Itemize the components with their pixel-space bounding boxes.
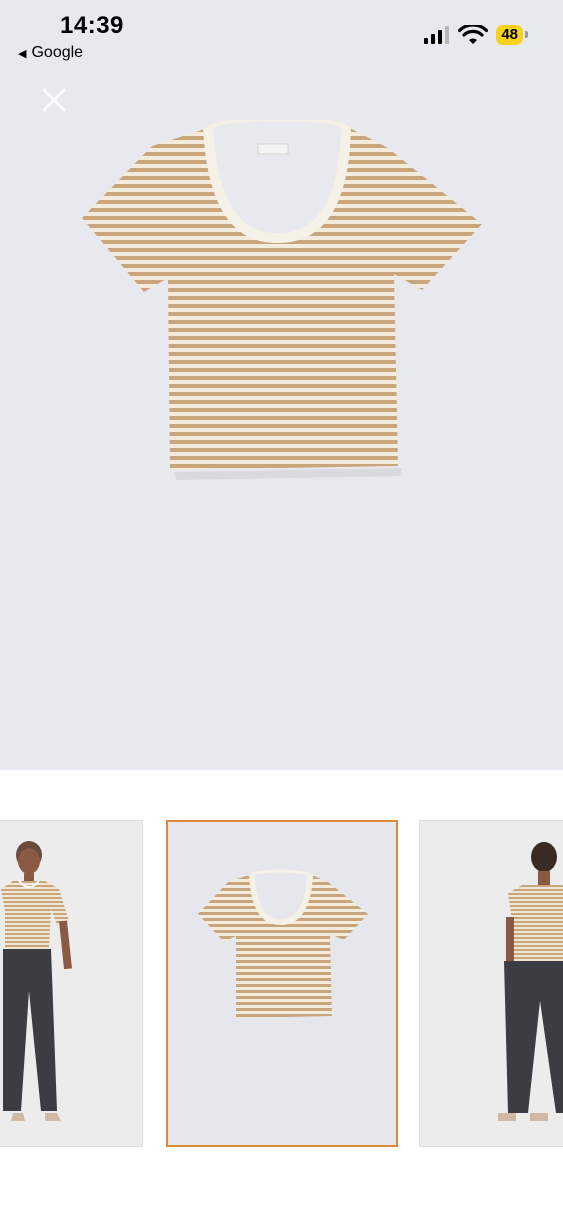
model-front-image <box>1 841 72 1121</box>
product-image-viewer[interactable]: 14:39 ◀ Google 48 <box>0 0 563 770</box>
battery-indicator: 48 <box>496 25 528 45</box>
wifi-icon <box>458 25 489 44</box>
thumbnail-shirt-flat-selected[interactable] <box>166 820 398 1147</box>
battery-level: 48 <box>501 26 518 43</box>
back-to-app-link[interactable]: ◀ Google <box>18 44 83 62</box>
shirt-flat-image <box>198 869 368 1018</box>
model-back-image <box>498 842 563 1121</box>
back-app-label: Google <box>31 44 84 61</box>
status-icons: 48 <box>424 25 528 45</box>
product-main-image <box>82 120 482 480</box>
thumbnail-model-back[interactable] <box>419 820 563 1147</box>
back-arrow-icon: ◀ <box>18 47 27 60</box>
status-bar: 14:39 ◀ Google 48 <box>0 0 563 70</box>
close-button[interactable] <box>40 86 68 114</box>
cellular-signal-icon <box>424 26 450 44</box>
thumbnail-model-front[interactable] <box>0 820 143 1147</box>
status-time: 14:39 <box>60 12 124 39</box>
close-icon <box>42 88 66 112</box>
